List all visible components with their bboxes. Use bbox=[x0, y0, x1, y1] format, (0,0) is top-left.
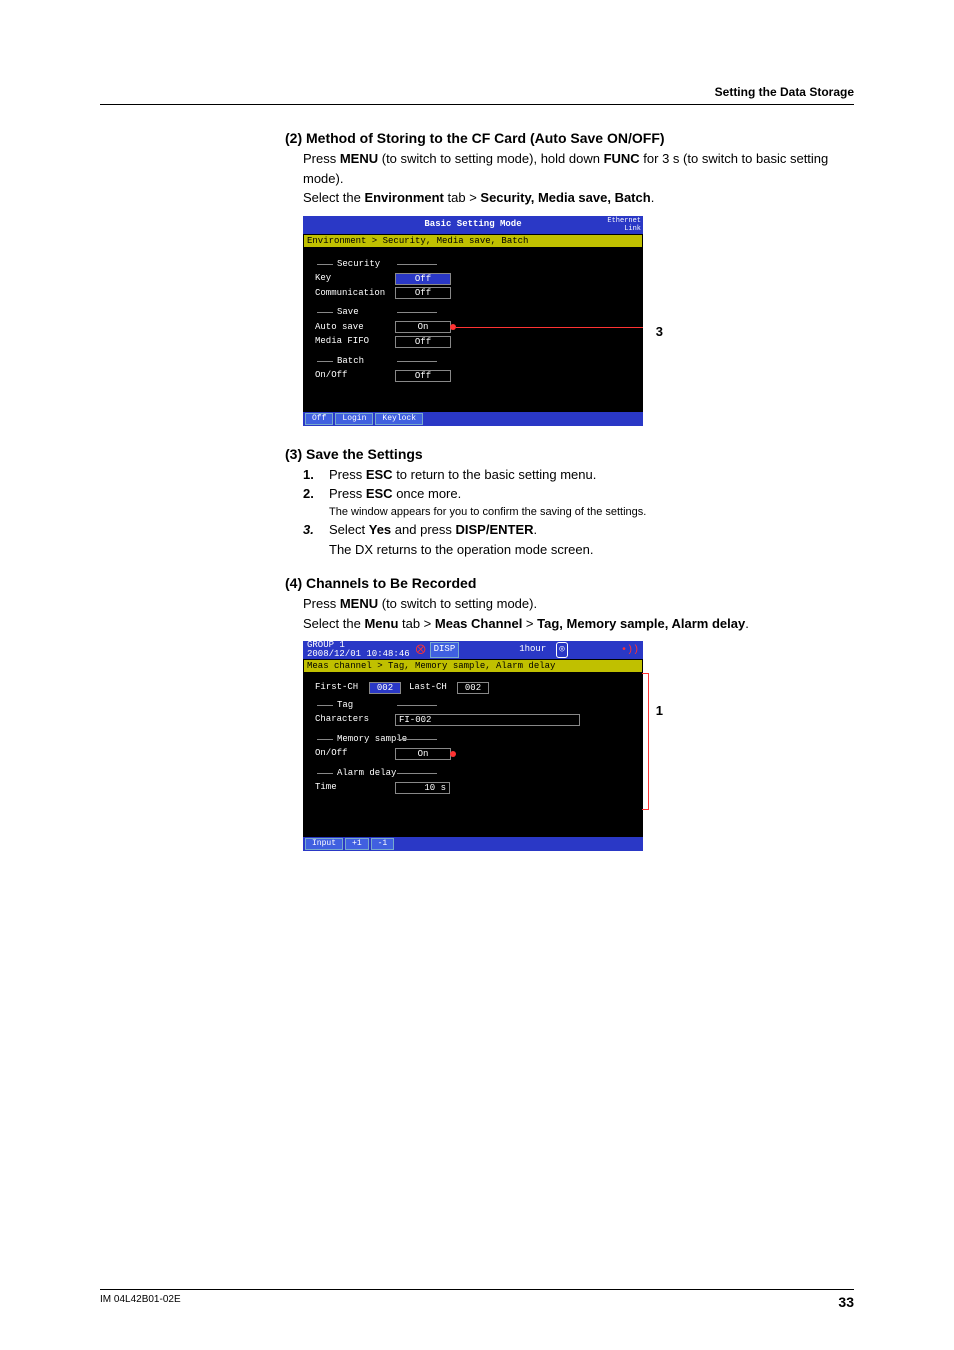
alarm-time-value[interactable]: 10 s bbox=[395, 782, 450, 794]
callout-1: 1 bbox=[656, 701, 663, 721]
group-tag: Tag bbox=[337, 699, 637, 713]
step-3: Select Yes and press DISP/ENTER. bbox=[329, 520, 854, 540]
section-4-title: (4) Channels to Be Recorded bbox=[285, 573, 854, 594]
section-4-p1: Press MENU (to switch to setting mode). bbox=[303, 594, 854, 614]
group-security: Security bbox=[337, 258, 637, 272]
step-1: Press ESC to return to the basic setting… bbox=[329, 465, 854, 485]
memsample-onoff-value[interactable]: On bbox=[395, 748, 451, 760]
alarm-time-label: Time bbox=[309, 781, 395, 795]
step-3-num: 3. bbox=[303, 520, 319, 540]
header-rule bbox=[100, 104, 854, 105]
callout-line-3 bbox=[456, 327, 643, 328]
callout-bracket-1 bbox=[642, 673, 649, 810]
step-2: Press ESC once more. bbox=[329, 484, 854, 504]
stop-icon: ◎ bbox=[556, 642, 567, 658]
screenshot-basic-setting: Basic Setting Mode Ethernet Link Environ… bbox=[303, 216, 643, 426]
memsample-onoff-label: On/Off bbox=[309, 747, 395, 761]
off-button[interactable]: Off bbox=[305, 413, 333, 425]
interval-label: 1hour bbox=[519, 643, 546, 657]
step-2-sub: The window appears for you to confirm th… bbox=[329, 504, 854, 521]
section-2-p1: Press MENU (to switch to setting mode), … bbox=[303, 149, 854, 188]
minus1-button[interactable]: -1 bbox=[371, 838, 395, 850]
characters-value[interactable]: FI-002 bbox=[395, 714, 580, 726]
section-2-title: (2) Method of Storing to the CF Card (Au… bbox=[285, 128, 854, 149]
page-footer: IM 04L42B01-02E 33 bbox=[100, 1289, 854, 1310]
autosave-label: Auto save bbox=[309, 321, 395, 335]
disp-button[interactable]: DISP bbox=[430, 642, 460, 658]
callout-3: 3 bbox=[656, 322, 663, 342]
bsm-breadcrumb: Environment > Security, Media save, Batc… bbox=[303, 234, 643, 248]
last-ch-label: Last-CH bbox=[401, 681, 457, 695]
step-2-num: 2. bbox=[303, 484, 319, 504]
page-number: 33 bbox=[838, 1294, 854, 1310]
communication-value[interactable]: Off bbox=[395, 287, 451, 299]
input-button[interactable]: Input bbox=[305, 838, 343, 850]
login-button[interactable]: Login bbox=[335, 413, 373, 425]
first-ch-label: First-CH bbox=[309, 681, 369, 695]
mediafifo-value[interactable]: Off bbox=[395, 336, 451, 348]
doc-id: IM 04L42B01-02E bbox=[100, 1294, 181, 1310]
group-batch: Batch bbox=[337, 355, 637, 369]
error-icon: ⨂ bbox=[416, 643, 426, 658]
screenshot-meas-channel: GROUP 1 2008/12/01 10:48:46 ⨂ DISP 1hour… bbox=[303, 641, 643, 851]
group-save: Save bbox=[337, 306, 637, 320]
first-ch-value[interactable]: 002 bbox=[369, 682, 401, 694]
step-1-num: 1. bbox=[303, 465, 319, 485]
mediafifo-label: Media FIFO bbox=[309, 335, 395, 349]
autosave-value[interactable]: On bbox=[395, 321, 451, 333]
batch-onoff-value[interactable]: Off bbox=[395, 370, 451, 382]
mc-breadcrumb: Meas channel > Tag, Memory sample, Alarm… bbox=[303, 659, 643, 673]
signal-icon: •)) bbox=[621, 643, 639, 658]
bsm-title: Basic Setting Mode bbox=[303, 218, 643, 232]
step-3-note: The DX returns to the operation mode scr… bbox=[329, 540, 854, 560]
main-content: (2) Method of Storing to the CF Card (Au… bbox=[285, 128, 854, 851]
batch-onoff-label: On/Off bbox=[309, 369, 395, 383]
group-alarm-delay: Alarm delay bbox=[337, 767, 637, 781]
key-value[interactable]: Off bbox=[395, 273, 451, 285]
keylock-button[interactable]: Keylock bbox=[375, 413, 423, 425]
last-ch-value[interactable]: 002 bbox=[457, 682, 489, 694]
group-memory-sample: Memory sample bbox=[337, 733, 637, 747]
key-label: Key bbox=[309, 272, 395, 286]
section-4-p2: Select the Menu tab > Meas Channel > Tag… bbox=[303, 614, 854, 634]
datetime: 2008/12/01 10:48:46 bbox=[307, 650, 410, 659]
running-header: Setting the Data Storage bbox=[715, 85, 854, 99]
communication-label: Communication bbox=[309, 287, 395, 301]
section-3-title: (3) Save the Settings bbox=[285, 444, 854, 465]
characters-label: Characters bbox=[309, 713, 395, 727]
callout-dot-1 bbox=[450, 751, 456, 757]
section-2-p2: Select the Environment tab > Security, M… bbox=[303, 188, 854, 208]
plus1-button[interactable]: +1 bbox=[345, 838, 369, 850]
